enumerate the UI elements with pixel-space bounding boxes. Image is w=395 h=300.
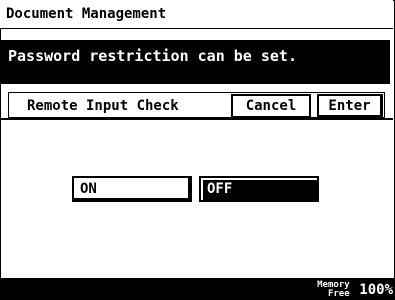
message-bar: Password restriction can be set. [1, 40, 390, 84]
options-panel [1, 118, 393, 280]
enter-label: Enter [328, 97, 371, 114]
memory-label-line2: Free [327, 288, 350, 299]
setting-row: Remote Input Check Cancel Enter [1, 91, 393, 119]
page-title: Document Management [6, 6, 167, 22]
title-bar: Document Management [0, 0, 393, 29]
off-button[interactable]: OFF [199, 176, 319, 202]
memory-value: 100% [359, 281, 393, 298]
cancel-button[interactable]: Cancel [231, 94, 311, 118]
off-label: OFF [207, 181, 233, 197]
on-label: ON [80, 181, 97, 197]
setting-header-box: Remote Input Check Cancel Enter [8, 92, 385, 118]
message-text: Password restriction can be set. [8, 47, 297, 65]
setting-label: Remote Input Check [27, 98, 179, 114]
on-button[interactable]: ON [72, 176, 192, 202]
memory-label: Memory Free [317, 280, 350, 299]
cancel-label: Cancel [245, 98, 297, 114]
memory-indicator: Memory Free 100% [317, 279, 393, 299]
enter-button[interactable]: Enter [317, 94, 383, 118]
status-bar: Memory Free 100% [0, 278, 395, 300]
panel-background [1, 120, 393, 280]
